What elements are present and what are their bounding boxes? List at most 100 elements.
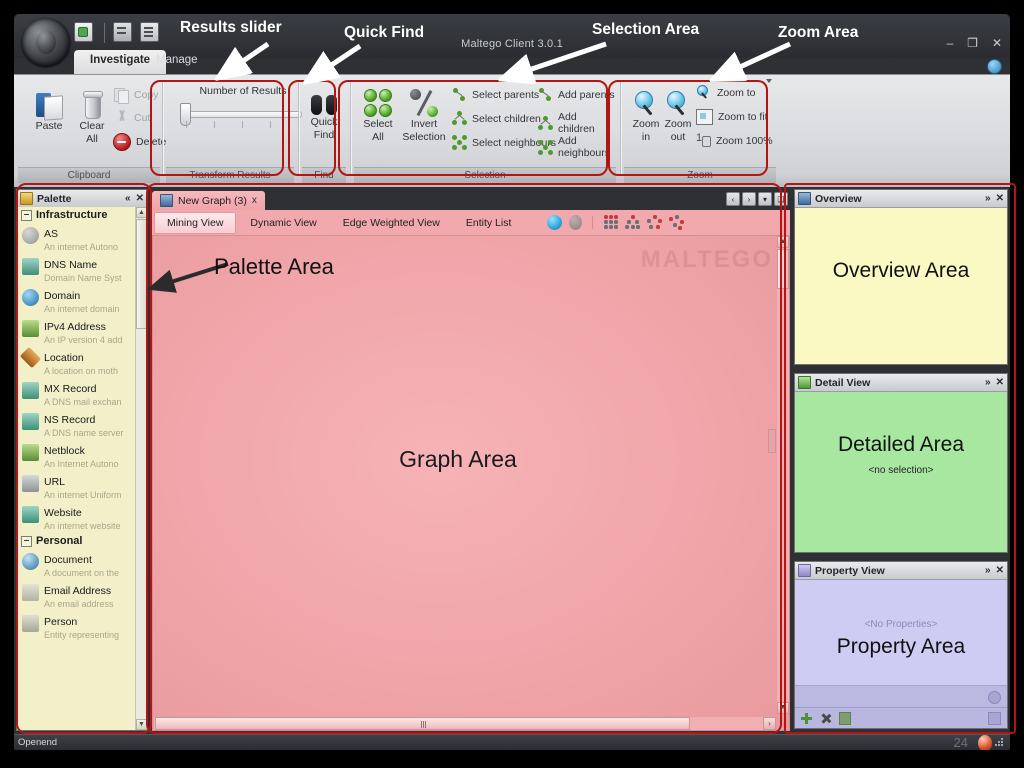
add-property-icon[interactable] [801,712,812,724]
copy-property-icon[interactable] [839,711,851,725]
property-area-label: Property Area [836,635,966,658]
graph-vscroll-thumb[interactable] [777,249,789,289]
resize-grip-icon[interactable] [995,737,1004,748]
results-slider-widget[interactable]: Number of Results [178,85,308,151]
palette-item-as[interactable]: AS An internet Autono [17,223,147,254]
overview-body[interactable]: Overview Area [795,207,1007,364]
palette-close-button[interactable]: ✕ [136,193,144,204]
palette-item-email-address[interactable]: Email Address An email address [17,580,147,611]
zoom-to-fit-button[interactable]: Zoom to fit [696,109,768,125]
collapse-toggle-icon-personal[interactable] [21,535,32,547]
palette-item-document[interactable]: Document A document on the [17,549,147,580]
select-neighbours-icon [452,135,467,150]
document-tab-close-icon[interactable]: x [252,195,257,206]
select-all-button[interactable]: Select All [356,89,400,143]
palette-scroll-down-icon[interactable]: ▼ [136,719,147,730]
window-controls: – ❐ ✕ [946,37,1002,49]
invert-selection-button[interactable]: Invert Selection [400,89,448,143]
palette-scroll-thumb[interactable] [136,219,147,329]
palette-group-infrastructure[interactable]: Infrastructure [17,207,147,223]
tab-maximize-icon[interactable]: ❑ [774,192,788,206]
clear-all-button[interactable]: Clear All [72,91,112,145]
activity-orb-icon[interactable] [978,734,992,750]
document-tab-new-graph[interactable]: New Graph (3) x [152,191,265,210]
add-children-button[interactable]: Add children [538,111,616,135]
detail-view-close-button[interactable]: ✕ [996,377,1004,388]
property-info-icon[interactable] [988,691,1001,704]
graph-scroll-down-icon[interactable]: ▼ [777,702,789,714]
palette-item-website[interactable]: Website An internet website [17,502,147,533]
circular-layout-icon[interactable] [647,215,662,230]
overview-close-button[interactable]: ✕ [996,193,1004,204]
binoculars-icon [311,95,337,115]
palette-scroll-up-icon[interactable]: ▲ [136,207,147,218]
tab-mining-view[interactable]: Mining View [154,211,237,234]
collapse-toggle-icon[interactable] [21,209,32,221]
maltego-logo-icon[interactable] [22,18,70,66]
select-children-button[interactable]: Select children [452,111,541,126]
help-icon[interactable] [987,59,1002,74]
detail-view-expand-button[interactable]: » [985,377,991,388]
paste-button[interactable]: Paste [26,91,72,132]
property-view-close-button[interactable]: ✕ [996,565,1004,576]
palette-item-location[interactable]: Location A location on moth [17,346,147,378]
property-view-body[interactable]: <No Properties> Property Area [795,579,1007,728]
zoom-to-label: Zoom to [717,87,756,99]
annotation-selection-area: Selection Area [592,21,700,38]
palette-item-mx-record[interactable]: MX Record A DNS mail exchan [17,378,147,409]
layout-options-icon[interactable] [569,215,583,230]
slider-track[interactable] [186,111,302,118]
quick-find-button[interactable]: Quick Find [304,95,344,141]
graph-hscroll-thumb[interactable] [155,717,690,730]
graph-vertical-scrollbar[interactable]: ▲ ▼ [777,236,789,714]
zoom-out-button[interactable]: Zoom out [658,91,698,143]
palette-scrollbar[interactable]: ▲ ▼ [135,207,147,730]
tab-scroll-right-icon[interactable]: › [742,192,756,206]
tab-entity-list[interactable]: Entity List [454,213,524,233]
delete-button[interactable]: Delete [113,133,166,151]
tab-scroll-left-icon[interactable]: ‹ [726,192,740,206]
palette-list[interactable]: Infrastructure AS An internet Autono DNS … [17,207,147,730]
maximize-button[interactable]: ❐ [967,37,978,49]
palette-item-ipv4-address[interactable]: IPv4 Address An IP version 4 add [17,316,147,347]
graph-view-tabs: Mining View Dynamic View Edge Weighted V… [152,210,790,236]
copy-button[interactable]: Copy [114,87,159,104]
overview-expand-button[interactable]: » [985,193,991,204]
zoom-100-button[interactable]: Zoom 100% [696,132,773,148]
palette-group-personal[interactable]: Personal [17,533,147,549]
palette-item-url[interactable]: URL An internet Uniform [17,471,147,502]
graph-splitter-handle[interactable] [768,429,776,453]
delete-property-icon[interactable] [820,713,831,724]
graph-scroll-right-icon[interactable]: › [763,717,776,730]
select-parents-button[interactable]: Select parents [452,87,539,102]
graph-canvas[interactable]: MALTEGO Graph Area [152,235,790,731]
tab-dynamic-view[interactable]: Dynamic View [238,213,328,233]
add-neighbours-button[interactable]: Add neighbours [538,135,616,159]
palette-item-person[interactable]: Person Entity representing [17,611,147,642]
palette-item-domain[interactable]: Domain An internet domain [17,285,147,316]
palette-item-ns-record[interactable]: NS Record A DNS name server [17,409,147,440]
property-view-expand-button[interactable]: » [985,565,991,576]
palette-collapse-button[interactable]: « [125,193,131,204]
zoom-group-expand-icon[interactable] [766,79,772,83]
add-parents-button[interactable]: Add parents [538,87,615,102]
annotation-quick-find: Quick Find [344,24,425,41]
tab-manage[interactable]: Manage [140,50,214,74]
minimize-button[interactable]: – [946,37,953,49]
tab-list-dropdown-icon[interactable]: ▾ [758,192,772,206]
tab-edge-weighted-view[interactable]: Edge Weighted View [331,213,452,233]
cut-button[interactable]: Cut [114,110,150,125]
palette-item-netblock[interactable]: Netblock An Internet Autono [17,440,147,471]
block-layout-icon[interactable] [603,215,618,230]
hierarchical-layout-icon[interactable] [625,215,640,230]
freeze-layout-icon[interactable] [547,215,563,230]
close-button[interactable]: ✕ [992,37,1002,49]
detail-view-body[interactable]: Detailed Area <no selection> [795,391,1007,552]
graph-horizontal-scrollbar[interactable]: › [154,717,776,730]
graph-scroll-up-icon[interactable]: ▲ [777,236,789,248]
select-all-label2: All [372,131,384,143]
zoom-to-button[interactable]: Zoom to [696,85,756,101]
palette-item-dns-name[interactable]: DNS Name Domain Name Syst [17,254,147,285]
property-options-icon[interactable] [988,712,1001,725]
organic-layout-icon[interactable] [669,215,684,230]
